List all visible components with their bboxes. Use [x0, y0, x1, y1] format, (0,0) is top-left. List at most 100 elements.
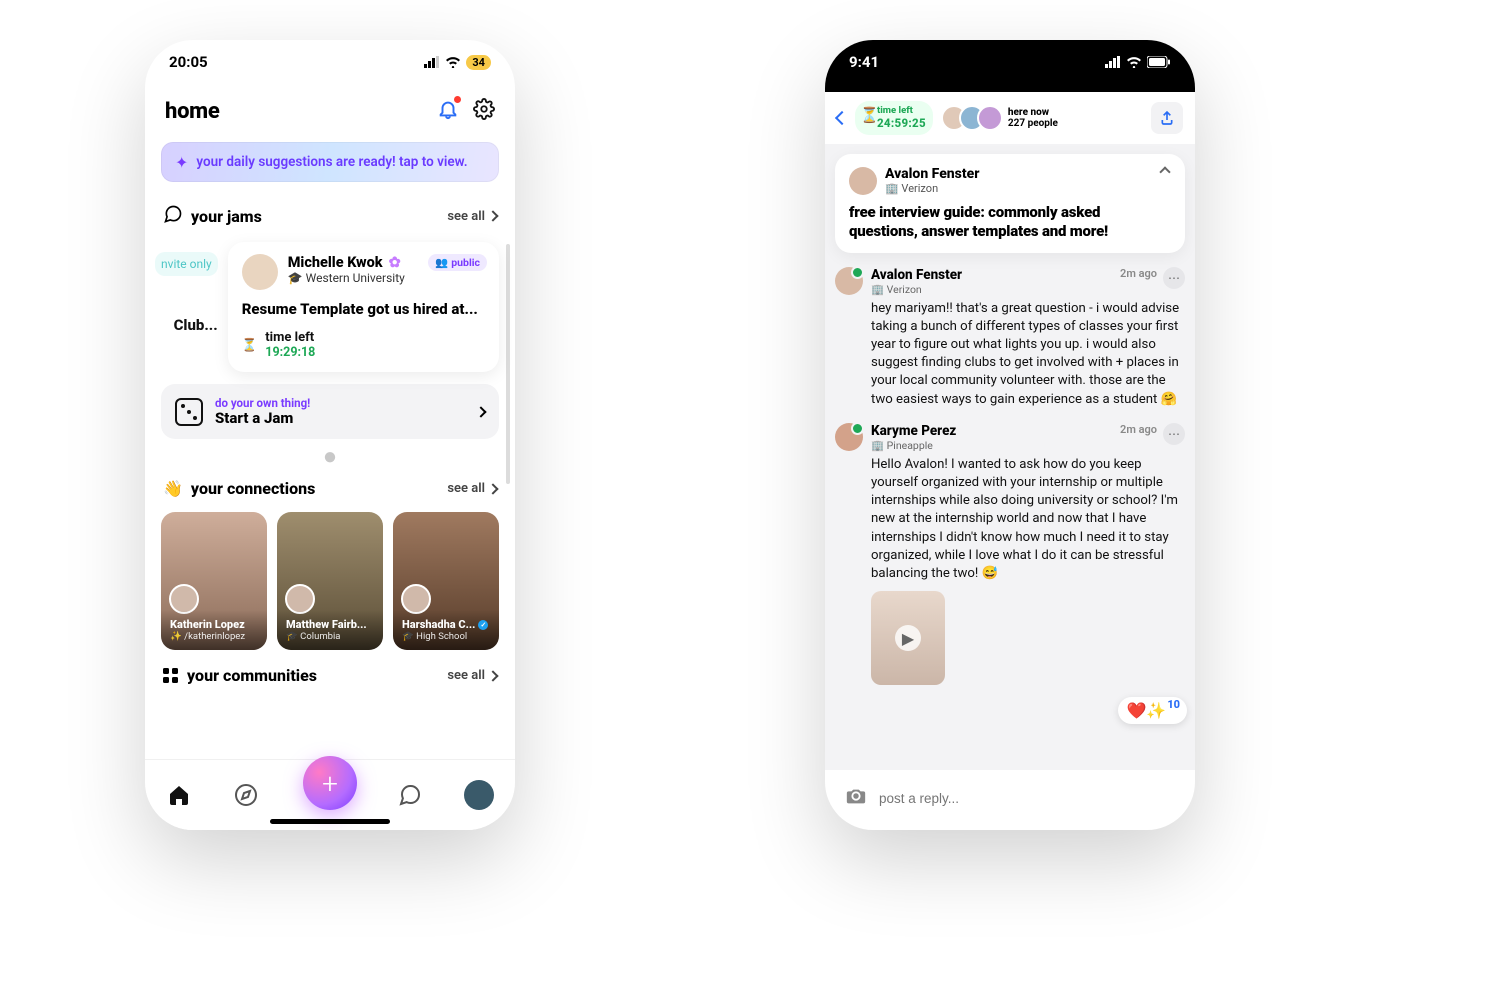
start-jam-card[interactable]: do your own thing! Start a Jam [161, 384, 499, 439]
msg-org: 🏢 Pineapple [871, 439, 956, 452]
wifi-icon [445, 53, 461, 72]
connection-card[interactable]: Matthew Fairb... 🎓 Columbia [277, 512, 383, 650]
connection-card[interactable]: Katherin Lopez ✨ /katherinlopez [161, 512, 267, 650]
connections-grid: Katherin Lopez ✨ /katherinlopez Matthew … [145, 504, 515, 650]
banner-text: your daily suggestions are ready! tap to… [196, 154, 467, 170]
notifications-button[interactable] [437, 98, 459, 124]
jam-topbar: time left 24:59:25 here now 227 people [825, 92, 1195, 144]
nav-home[interactable] [166, 782, 192, 808]
msg-more-button[interactable]: ⋯ [1163, 423, 1185, 445]
online-dot-icon [851, 266, 864, 279]
jam-card-prev[interactable]: nvite only Club... [155, 234, 218, 372]
nav-explore[interactable] [233, 782, 259, 808]
pinned-title: free interview guide: commonly asked que… [849, 203, 1171, 241]
hourglass-icon: ⏳ [242, 338, 258, 353]
connection-name: Matthew Fairb... [286, 618, 374, 631]
msg-author: Karyme Perez [871, 423, 956, 439]
signal-icon [424, 53, 440, 72]
dice-icon [175, 398, 203, 426]
reply-input[interactable] [877, 790, 1175, 807]
back-button[interactable] [835, 111, 849, 125]
jam-author-name: Michelle Kwok [288, 254, 383, 271]
plus-icon: + [322, 767, 338, 800]
chevron-right-icon [487, 483, 498, 494]
battery-icon [1147, 53, 1171, 72]
connection-sub: 🎓 Columbia [286, 631, 374, 642]
public-badge: 👥 public [428, 254, 487, 271]
chat-bubble-icon [163, 204, 183, 228]
author-avatar[interactable] [835, 267, 863, 295]
prev-card-title: Club... [174, 316, 218, 334]
people-icon: 👥 [435, 256, 448, 269]
status-bar: 20:05 34 [145, 40, 515, 84]
settings-button[interactable] [473, 98, 495, 124]
jam-author-org: 🎓 Western University [288, 271, 405, 285]
author-name: Avalon Fenster [885, 166, 979, 182]
msg-author: Avalon Fenster [871, 267, 962, 283]
connection-card[interactable]: Harshadha C... ✓ 🎓 High School [393, 512, 499, 650]
start-jam-label: Start a Jam [215, 409, 310, 427]
chevron-right-icon [475, 406, 486, 417]
daily-suggestions-banner[interactable]: ✦ your daily suggestions are ready! tap … [161, 142, 499, 182]
grid-icon [163, 668, 179, 684]
battery-badge: 34 [466, 55, 491, 70]
reaction-emoji: ❤️✨ [1126, 701, 1166, 720]
connection-sub: 🎓 High School [402, 631, 490, 642]
section-title: your jams [191, 207, 262, 226]
reactions-bubble[interactable]: ❤️✨ 10 [1118, 697, 1187, 724]
wifi-icon [1126, 53, 1142, 72]
msg-text: Hello Avalon! I wanted to ask how do you… [871, 456, 1185, 584]
your-jams-header: your jams see all [145, 188, 515, 234]
online-dot-icon [851, 422, 864, 435]
create-fab[interactable]: + [303, 756, 357, 810]
author-avatar[interactable] [849, 167, 877, 195]
pinned-post[interactable]: Avalon Fenster 🏢 Verizon free interview … [835, 154, 1185, 253]
phone-home: 20:05 34 home [145, 40, 515, 830]
nav-messages[interactable] [397, 782, 423, 808]
msg-timestamp: 2m ago [1120, 267, 1157, 280]
jam-time-left: ⏳ time left 19:29:18 [242, 330, 485, 360]
see-all-connections[interactable]: see all [447, 481, 497, 496]
sparkle-icon: ✦ [175, 153, 188, 172]
author-org: 🏢 Verizon [885, 182, 979, 195]
message: Karyme Perez 🏢 Pineapple 2m ago ⋯ Hello … [835, 423, 1185, 686]
reaction-count: 10 [1167, 698, 1180, 711]
msg-timestamp: 2m ago [1120, 423, 1157, 436]
carousel-indicator: ● [145, 451, 515, 461]
home-content: home ✦ your daily suggestions are ready!… [145, 84, 515, 830]
section-title: your communities [187, 666, 317, 685]
msg-org: 🏢 Verizon [871, 283, 962, 296]
see-all-jams[interactable]: see all [447, 209, 497, 224]
camera-button[interactable] [845, 785, 867, 811]
collapse-button[interactable] [1159, 166, 1170, 177]
msg-more-button[interactable]: ⋯ [1163, 267, 1185, 289]
nav-profile[interactable] [464, 780, 494, 810]
jam-card[interactable]: 👥 public Michelle Kwok ✿ 🎓 Western Unive… [228, 242, 499, 372]
msg-text: hey mariyam!! that's a great question - … [871, 300, 1185, 409]
jam-body[interactable]: Avalon Fenster 🏢 Verizon free interview … [825, 144, 1195, 770]
reply-bar [835, 776, 1185, 820]
your-communities-header: your communities see all [145, 650, 515, 691]
jams-carousel[interactable]: nvite only Club... 👥 public Michelle Kwo… [145, 234, 515, 372]
jam-title: Resume Template got us hired at... [242, 300, 485, 318]
chevron-right-icon [487, 210, 498, 221]
author-avatar[interactable] [835, 423, 863, 451]
verified-badge-icon: ✓ [478, 620, 488, 630]
time-left-pill: time left 24:59:25 [855, 101, 933, 135]
status-time: 9:41 [849, 53, 879, 71]
scrollbar-icon[interactable] [506, 244, 510, 484]
here-now[interactable]: here now 227 people [941, 105, 1058, 131]
play-icon: ▶ [895, 625, 921, 651]
wave-icon: 👋 [163, 479, 183, 498]
status-icons [1105, 53, 1171, 72]
section-title: your connections [191, 479, 315, 498]
video-thumbnail[interactable]: ▶ [871, 591, 945, 685]
share-button[interactable] [1151, 102, 1183, 134]
verified-icon: ✿ [389, 254, 401, 271]
see-all-communities[interactable]: see all [447, 668, 497, 683]
avatar-stack [941, 105, 1003, 131]
page-title: home [165, 99, 220, 124]
invite-only-chip: nvite only [155, 252, 218, 276]
connection-name: Katherin Lopez [170, 618, 258, 631]
jam-author-avatar[interactable] [242, 254, 278, 290]
